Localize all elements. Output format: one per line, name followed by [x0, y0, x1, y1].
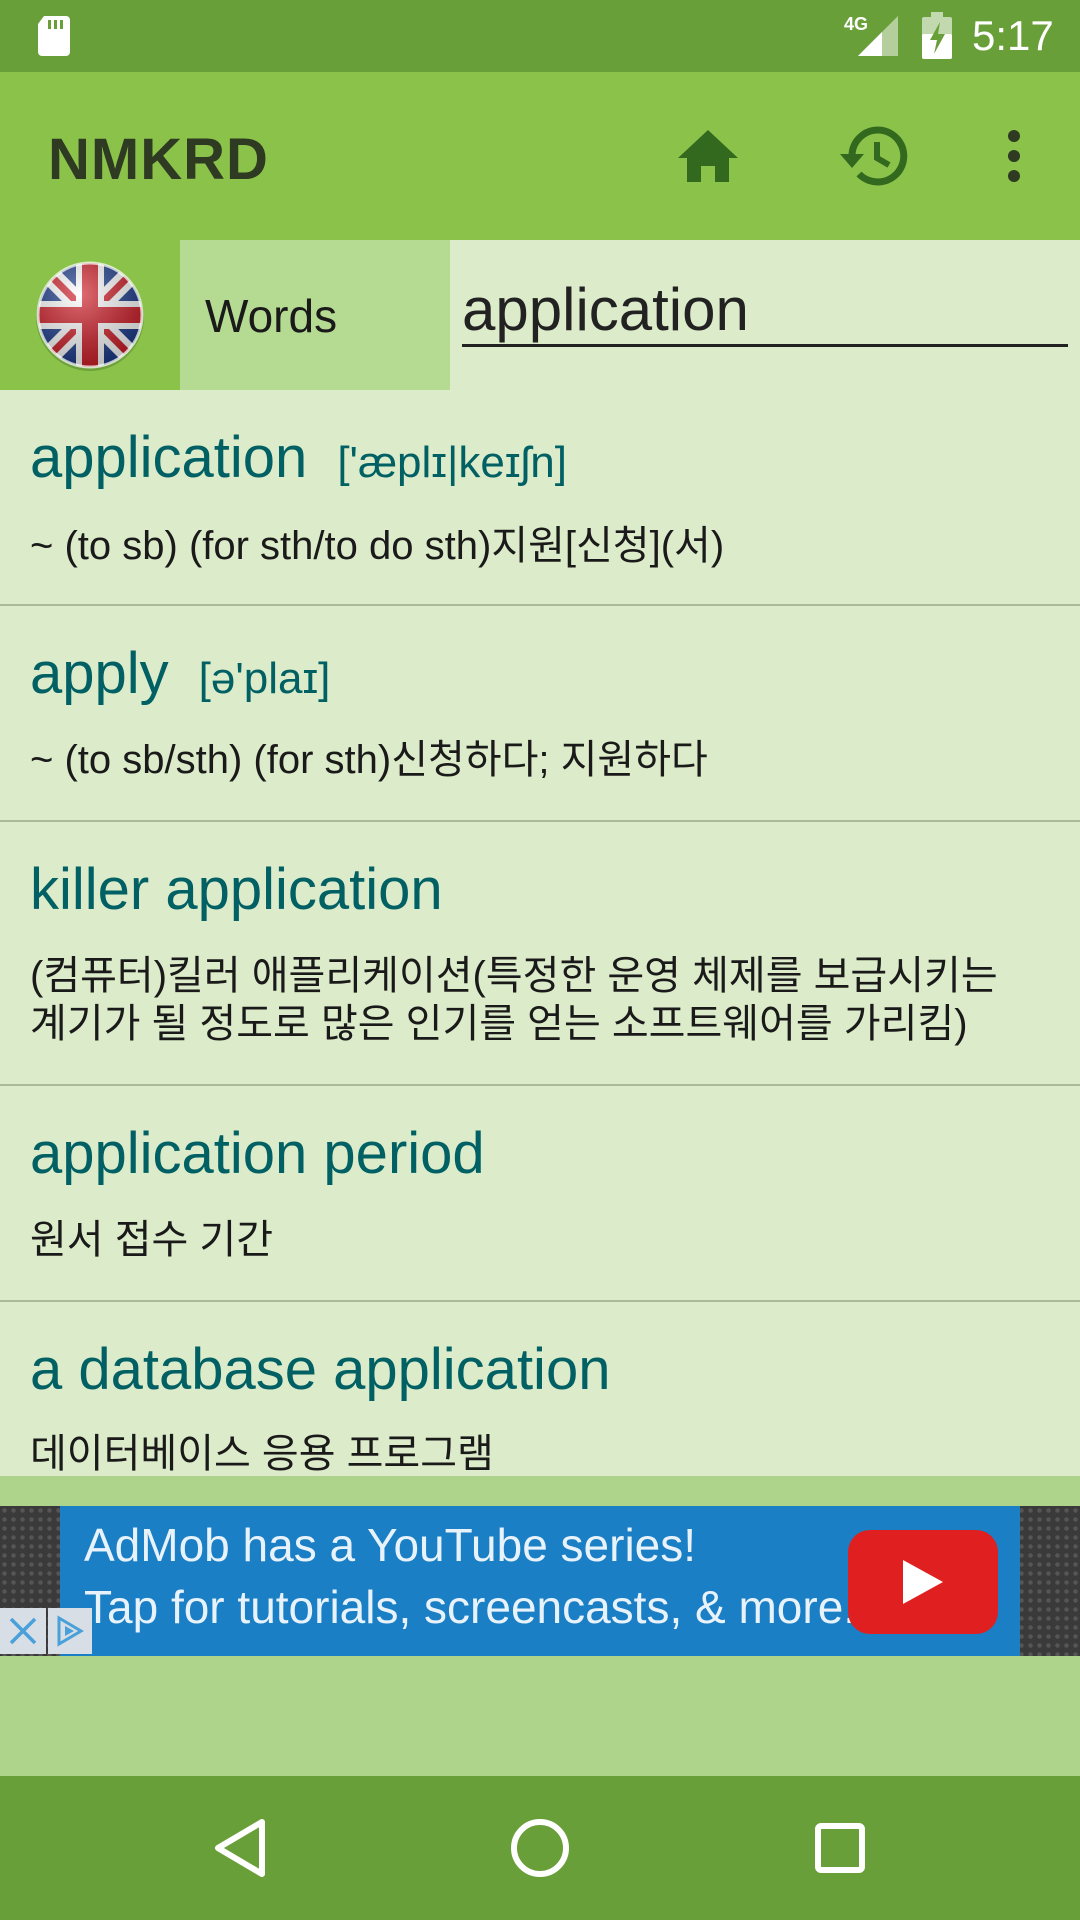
search-row: Words application [0, 240, 1080, 390]
app-title: NMKRD [48, 127, 269, 192]
entry-phonetic: ['æplɪ|keɪʃn] [337, 438, 568, 487]
entry-definition-line-1: (컴퓨터)킬러 애플리케이션(특정한 운영 체제를 보급시키는 [30, 954, 998, 998]
ad-line-1: AdMob has a YouTube series! [84, 1519, 697, 1571]
youtube-play-button[interactable] [848, 1530, 998, 1634]
ad-line-2: Tap for tutorials, screencasts, & more. [84, 1581, 857, 1633]
network-type-label: 4G [844, 14, 868, 34]
entry-header: apply [ə'plaɪ] [30, 640, 330, 707]
list-item[interactable]: application ['æplɪ|keɪʃn] ~ (to sb) (for … [0, 390, 1080, 606]
youtube-play-icon [903, 1560, 943, 1604]
entry-word: killer application [30, 857, 443, 922]
entry-definition: ~ (to sb) (for sth/to do sth)지원[신청](서) [30, 524, 725, 568]
uk-flag-icon [36, 261, 144, 371]
search-input[interactable]: application [462, 276, 1068, 347]
ad-banner[interactable]: AdMob has a YouTube series! Tap for tuto… [0, 1506, 1080, 1656]
entry-word: apply [30, 641, 169, 706]
list-item[interactable]: a database application 데이터베이스 응용 프로그램 [0, 1302, 1080, 1476]
entry-header: killer application [30, 856, 443, 923]
search-query-text: application [462, 276, 749, 343]
list-item[interactable]: killer application (컴퓨터)킬러 애플리케이션(특정한 운영… [0, 822, 1080, 1086]
list-item[interactable]: apply [ə'plaɪ] ~ (to sb/sth) (for sth)신청하… [0, 606, 1080, 822]
results-list: application ['æplɪ|keɪʃn] ~ (to sb) (for … [0, 390, 1080, 1476]
back-icon [215, 1819, 265, 1877]
recents-button[interactable] [800, 1808, 880, 1888]
adchoices-button[interactable] [48, 1608, 92, 1654]
entry-header: a database application [30, 1336, 610, 1403]
history-icon [840, 126, 908, 186]
language-button[interactable] [0, 240, 180, 390]
search-mode-label: Words [205, 290, 338, 342]
battery-charging-icon [922, 12, 952, 59]
entry-word: application period [30, 1121, 485, 1186]
entry-definition-line-2: 계기가 될 정도로 많은 인기를 얻는 소프트웨어를 가리킴) [30, 1002, 968, 1046]
entry-definition: ~ (to sb/sth) (for sth)신청하다; 지원하다 [30, 738, 708, 782]
ad-close-button[interactable] [0, 1608, 46, 1654]
status-time: 5:17 [972, 12, 1054, 59]
recents-icon [815, 1823, 865, 1873]
ad-content[interactable]: AdMob has a YouTube series! Tap for tuto… [60, 1506, 1020, 1656]
entry-definition: 데이터베이스 응용 프로그램 [30, 1432, 494, 1476]
list-item[interactable]: application period 원서 접수 기간 [0, 1086, 1080, 1302]
search-mode-button[interactable]: Words [180, 240, 450, 390]
more-vert-icon [1008, 130, 1020, 182]
entry-word: a database application [30, 1337, 611, 1402]
home-icon [678, 130, 738, 182]
more-options-button[interactable] [978, 120, 1050, 192]
entry-definition: 원서 접수 기간 [30, 1218, 274, 1262]
signal-icon: 4G [844, 14, 898, 56]
back-button[interactable] [200, 1808, 280, 1888]
adchoices-icon [57, 1615, 84, 1647]
system-nav-bar [0, 1776, 1080, 1920]
sd-card-icon [38, 16, 70, 56]
ad-area: AdMob has a YouTube series! Tap for tuto… [0, 1476, 1080, 1776]
close-icon [9, 1617, 37, 1645]
entry-word: application [30, 425, 308, 490]
entry-header: application ['æplɪ|keɪʃn] [30, 424, 567, 491]
status-bar: 4G 5:17 [0, 0, 1080, 72]
history-button[interactable] [840, 120, 912, 192]
entry-phonetic: [ə'plaɪ] [198, 654, 331, 703]
home-nav-button[interactable] [500, 1808, 580, 1888]
home-circle-icon [511, 1819, 569, 1877]
entry-header: application period [30, 1120, 485, 1187]
home-button[interactable] [672, 120, 744, 192]
app-bar: NMKRD [0, 72, 1080, 240]
